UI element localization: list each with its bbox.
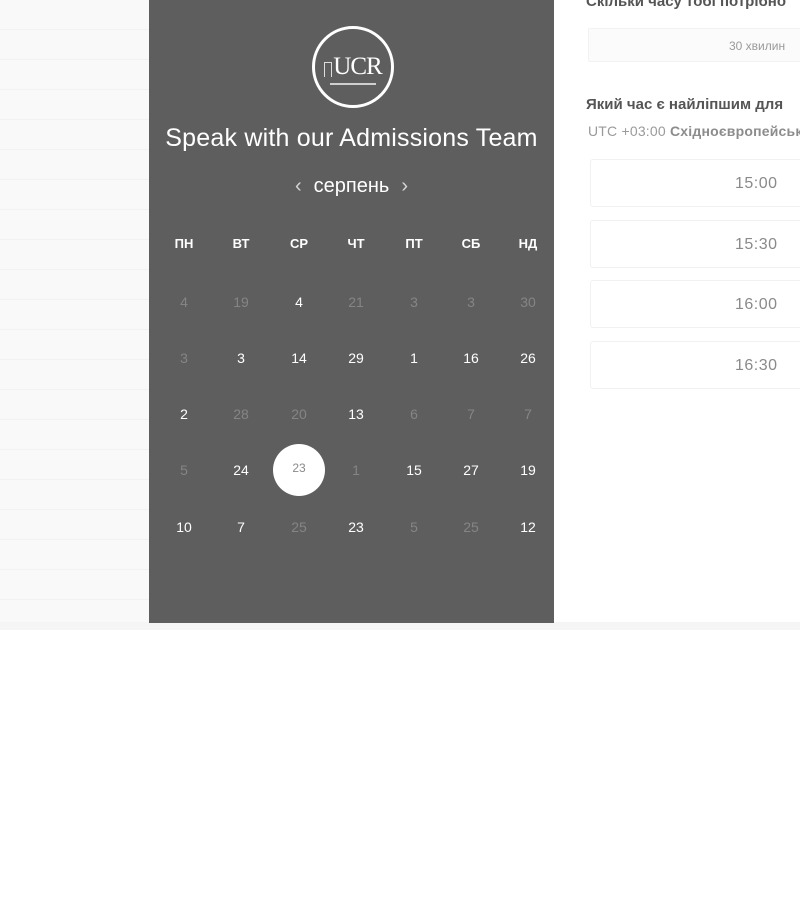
time-slot-label: 15:30 [735,236,778,253]
calendar-day[interactable]: 4 [273,276,325,328]
time-slot-button[interactable]: 16:30 [590,341,800,389]
calendar-day[interactable]: 16 [445,332,497,384]
calendar-day[interactable]: 19 [502,444,554,496]
calendar-day: 19 [233,294,249,310]
calendar-panel: UCR Speak with our Admissions Team ‹ сер… [149,0,554,623]
calendar-day[interactable]: 12 [502,501,554,553]
calendar-day: 21 [348,294,364,310]
weekday-label: ЧТ [347,236,365,251]
calendar-day[interactable]: 29 [330,332,382,384]
time-slot-label: 15:00 [735,175,778,192]
calendar-day[interactable]: 26 [502,332,554,384]
time-slot-button[interactable]: 15:30 [590,220,800,268]
calendar-day[interactable]: 1 [388,332,440,384]
calendar-day[interactable]: 2 [158,388,210,440]
booking-panel: Скільки часу тобі потрібно 30 хвилин Яки… [586,0,800,620]
ucr-logo: UCR [312,26,394,108]
calendar-day: 5 [410,519,418,535]
logo-tagline [330,83,376,85]
calendar-day: 20 [291,406,307,422]
weekday-label: НД [518,236,538,251]
calendar-day[interactable]: 27 [445,444,497,496]
chevron-left-icon[interactable]: ‹ [295,174,302,198]
time-slot-label: 16:00 [735,296,778,313]
days-grid: 4 19 4 21 3 3 30 3 3 14 29 1 16 26 2 28 20 13 6 7 7 5 24 23 1 15 2… [149,274,554,554]
chevron-right-icon[interactable]: › [401,174,408,198]
calendar-day: 7 [467,406,475,422]
weekday-header: ПН ВТ СР ЧТ ПТ СБ НД [149,236,554,254]
calendar-day[interactable]: 24 [215,444,267,496]
weekday-label: СР [289,236,309,251]
month-label: серпень [313,175,390,197]
calendar-day: 3 [467,294,475,310]
weekday-label: ПН [174,236,194,251]
weekday-label: СБ [461,236,481,251]
timezone-selector[interactable]: UTC +03:00 Східноєвропейськ [588,123,800,139]
calendar-day: 3 [180,350,188,366]
timezone-name: Східноєвропейськ [669,123,800,139]
weekday-label: ВТ [232,236,250,251]
calendar-day: 6 [410,406,418,422]
time-slot-button[interactable]: 16:00 [590,280,800,328]
time-slot-button[interactable]: 15:00 [590,159,800,207]
page-title: Speak with our Admissions Team [165,124,538,152]
selected-day[interactable]: 23 [273,444,325,496]
logo-text: UCR [333,53,382,80]
calendar-day[interactable]: 7 [215,501,267,553]
calendar-day: 3 [410,294,418,310]
calendar-day: 4 [180,294,188,310]
duration-question: Скільки часу тобі потрібно [586,0,786,10]
scheduler-page: UCR Speak with our Admissions Team ‹ сер… [0,0,800,900]
calendar-day: 25 [463,519,479,535]
logo-tower-icon [324,62,333,77]
calendar-day: 1 [352,462,360,478]
time-question: Який час є найліпшим для [586,96,784,113]
calendar-day: 5 [180,462,188,478]
weekday-label: ПТ [405,236,423,251]
month-navigation: ‹ серпень › [149,174,554,198]
calendar-day: 28 [233,406,249,422]
calendar-day[interactable]: 3 [215,332,267,384]
duration-value: 30 хвилин [729,39,786,53]
calendar-day[interactable]: 10 [158,501,210,553]
timezone-offset: UTC +03:00 [588,123,666,139]
duration-selector[interactable]: 30 хвилин [588,28,800,62]
calendar-day: 7 [524,406,532,422]
calendar-day[interactable]: 14 [273,332,325,384]
background-backdrop [0,0,149,630]
page-footer-divider [0,622,800,630]
calendar-day: 30 [520,294,536,310]
calendar-day[interactable]: 23 [330,501,382,553]
time-slot-label: 16:30 [735,357,778,374]
calendar-day: 25 [291,519,307,535]
calendar-day[interactable]: 13 [330,388,382,440]
logo-mark: UCR [324,53,383,80]
calendar-day[interactable]: 15 [388,444,440,496]
